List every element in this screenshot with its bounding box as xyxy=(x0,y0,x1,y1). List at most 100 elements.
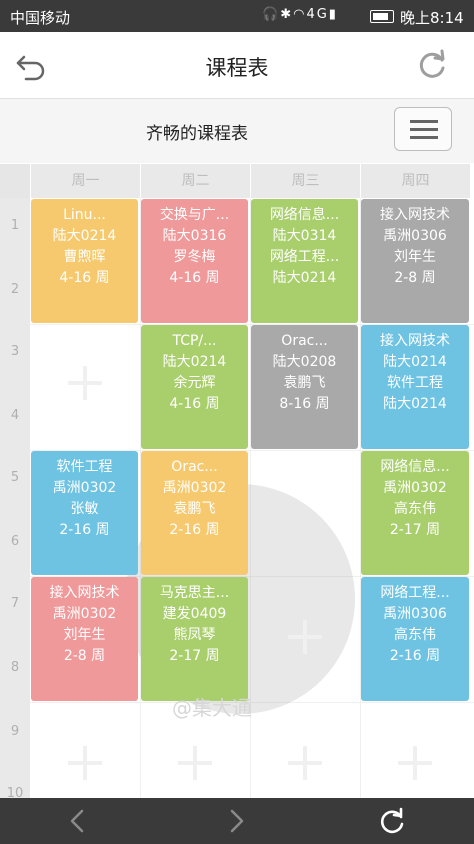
course-weeks: 2-16 周 xyxy=(59,522,110,538)
course-card[interactable]: Linu... 陆大0214 曹煦晖 4-16 周 xyxy=(31,199,138,323)
period-number: 1 xyxy=(10,218,20,233)
course-card[interactable]: 网络工程... 禹洲0306 高东伟 2-16 周 xyxy=(361,577,469,701)
period-number: 8 xyxy=(10,660,20,675)
course-weeks: 4-16 周 xyxy=(169,396,220,412)
course-name: 接入网技术 xyxy=(49,585,120,601)
course-room: 禹洲0302 xyxy=(383,480,447,496)
status-icons: 🎧✱◠4G▮ xyxy=(262,7,338,22)
day-header-mon: 周一 xyxy=(30,164,140,198)
course-room: 陆大0314 xyxy=(272,228,337,244)
course-teacher: 刘年生 xyxy=(394,249,436,265)
course-teacher: 熊凤琴 xyxy=(173,627,216,643)
course-name: 网络工程... xyxy=(380,585,450,601)
course-card[interactable]: Orac... 陆大0208 袁鹏飞 8-16 周 xyxy=(251,325,358,449)
title-bar: 课程表 xyxy=(0,32,474,99)
course-name: 接入网技术 xyxy=(380,207,450,223)
course-room: 陆大0214 xyxy=(52,228,117,244)
course-name: TCP/... xyxy=(172,333,217,349)
course-room: 禹洲0302 xyxy=(52,606,117,622)
add-course-icon[interactable] xyxy=(398,746,432,780)
course-name: 交换与广... xyxy=(159,207,230,223)
course-weeks: 2-16 周 xyxy=(169,522,220,538)
course-teacher: 曹煦晖 xyxy=(63,249,106,265)
page-title: 课程表 xyxy=(205,56,269,80)
course-room: 陆大0208 xyxy=(272,354,337,370)
course-weeks: 4-16 周 xyxy=(59,270,110,286)
schedule-owner-title: 齐畅的课程表 xyxy=(146,124,248,144)
signal-icon: ▮ xyxy=(328,7,338,22)
menu-button[interactable] xyxy=(394,107,452,151)
course-card[interactable]: 网络信息... 陆大0314 网络工程... 陆大0214 xyxy=(251,199,358,323)
wifi-icon: ◠ xyxy=(293,7,307,22)
course-card[interactable]: Orac... 禹洲0302 袁鹏飞 2-16 周 xyxy=(141,451,248,575)
add-course-icon[interactable] xyxy=(68,366,102,400)
course-weeks: 2-17 周 xyxy=(389,522,441,538)
period-number: 10 xyxy=(6,786,24,798)
add-course-icon[interactable] xyxy=(178,746,212,780)
period-number: 3 xyxy=(10,344,20,359)
course-name: 网络信息... xyxy=(380,459,450,475)
course-card[interactable]: 接入网技术 禹洲0306 刘年生 2-8 周 xyxy=(361,199,469,323)
course-teacher: 软件工程 xyxy=(387,375,443,391)
course-room: 禹洲0306 xyxy=(383,606,447,622)
course-teacher: 高东伟 xyxy=(394,627,436,643)
day-header-wed: 周三 xyxy=(250,164,360,198)
course-name: Linu... xyxy=(63,207,106,223)
course-room: 禹洲0306 xyxy=(383,228,447,244)
day-header-thu: 周四 xyxy=(360,164,470,198)
refresh-icon[interactable] xyxy=(378,807,406,835)
watermark-text: @集大通 xyxy=(172,696,252,720)
status-time: 晚上8:14 xyxy=(400,9,464,27)
grid-corner xyxy=(0,164,30,198)
course-name: 网络信息... xyxy=(269,207,340,223)
add-course-icon[interactable] xyxy=(68,746,102,780)
course-name: 接入网技术 xyxy=(380,333,450,349)
period-number: 4 xyxy=(10,408,20,423)
course-name: 软件工程 xyxy=(56,459,113,475)
course-teacher: 张敏 xyxy=(70,501,99,517)
carrier-name: 中国移动 xyxy=(10,9,71,27)
course-weeks: 2-16 周 xyxy=(389,648,441,664)
course-weeks: 4-16 周 xyxy=(169,270,220,286)
chevron-right-icon[interactable] xyxy=(222,807,250,835)
add-course-icon[interactable] xyxy=(288,620,322,654)
course-weeks: 8-16 周 xyxy=(279,396,330,412)
course-card[interactable]: 软件工程 禹洲0302 张敏 2-16 周 xyxy=(31,451,138,575)
course-card[interactable]: TCP/... 陆大0214 余元辉 4-16 周 xyxy=(141,325,248,449)
period-number: 5 xyxy=(10,470,20,485)
course-weeks: 2-8 周 xyxy=(394,270,436,286)
course-teacher: 刘年生 xyxy=(63,627,106,643)
course-weeks: 2-17 周 xyxy=(169,648,220,664)
period-number: 6 xyxy=(10,534,20,549)
bluetooth-icon: ✱ xyxy=(280,7,294,22)
bottom-navigation-bar xyxy=(0,798,474,844)
course-card[interactable]: 交换与广... 陆大0316 罗冬梅 4-16 周 xyxy=(141,199,248,323)
course-name: Orac... xyxy=(171,459,218,475)
course-room: 禹洲0302 xyxy=(52,480,117,496)
course-card[interactable]: 接入网技术 陆大0214 软件工程 陆大0214 xyxy=(361,325,469,449)
course-teacher: 罗冬梅 xyxy=(173,249,216,265)
period-number: 7 xyxy=(10,596,20,611)
chevron-left-icon[interactable] xyxy=(64,807,92,835)
course-card[interactable]: 网络信息... 禹洲0302 高东伟 2-17 周 xyxy=(361,451,469,575)
course-card[interactable]: 马克思主... 建发0409 熊凤琴 2-17 周 xyxy=(141,577,248,701)
course-weeks: 陆大0214 xyxy=(272,270,337,286)
course-teacher: 网络工程... xyxy=(269,249,340,265)
course-teacher: 袁鹏飞 xyxy=(173,501,216,517)
course-room: 陆大0316 xyxy=(162,228,227,244)
add-course-icon[interactable] xyxy=(288,746,322,780)
day-header-tue: 周二 xyxy=(140,164,250,198)
course-name: Orac... xyxy=(281,333,328,349)
course-weeks: 陆大0214 xyxy=(383,396,447,412)
network-type: 4G xyxy=(306,7,329,22)
refresh-icon[interactable] xyxy=(415,48,449,82)
course-room: 陆大0214 xyxy=(383,354,447,370)
course-room: 建发0409 xyxy=(162,606,227,622)
course-teacher: 余元辉 xyxy=(173,375,216,391)
course-teacher: 高东伟 xyxy=(394,501,436,517)
status-bar: 中国移动 🎧✱◠4G▮ 晚上8:14 xyxy=(0,0,474,32)
course-weeks: 2-8 周 xyxy=(63,648,106,664)
course-room: 陆大0214 xyxy=(162,354,227,370)
headphones-icon: 🎧 xyxy=(262,7,281,22)
course-card[interactable]: 接入网技术 禹洲0302 刘年生 2-8 周 xyxy=(31,577,138,701)
